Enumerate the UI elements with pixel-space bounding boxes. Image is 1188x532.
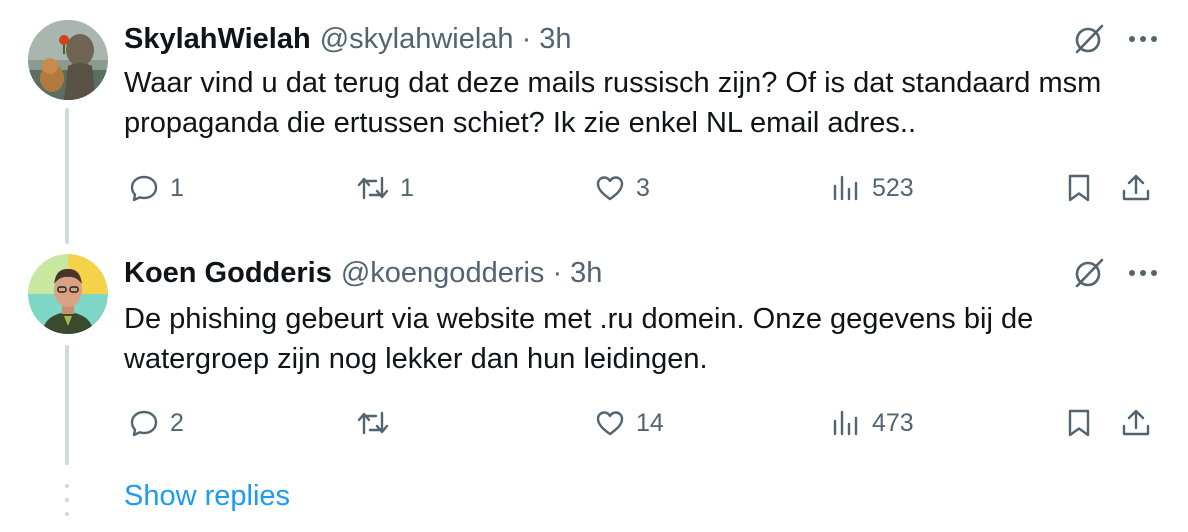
views-button[interactable]: 473: [830, 403, 914, 443]
thread-connector-line: [65, 108, 69, 244]
grok-icon[interactable]: [1072, 22, 1106, 56]
views-icon: [830, 172, 862, 204]
like-button[interactable]: 3: [594, 168, 650, 208]
timestamp[interactable]: 3h: [570, 257, 602, 290]
more-icon[interactable]: [1128, 268, 1158, 278]
views-count: 523: [872, 173, 914, 202]
views-icon: [830, 407, 862, 439]
bookmark-icon: [1064, 172, 1094, 204]
thread-dot: [65, 498, 69, 502]
more-icon[interactable]: [1128, 34, 1158, 44]
avatar[interactable]: [28, 20, 108, 100]
reply-button[interactable]: 1: [128, 168, 184, 208]
tweet-actions: 2 14 473: [124, 403, 1158, 443]
timestamp[interactable]: 3h: [539, 23, 571, 56]
like-button[interactable]: 14: [594, 403, 664, 443]
grok-icon[interactable]: [1072, 256, 1106, 290]
share-icon: [1120, 407, 1152, 439]
author-name[interactable]: Koen Godderis: [124, 257, 332, 290]
like-icon: [594, 172, 626, 204]
reply-count: 2: [170, 408, 184, 437]
separator-dot: ·: [552, 256, 563, 289]
thread-connector-line: [65, 345, 69, 465]
avatar[interactable]: [28, 254, 108, 334]
author-handle[interactable]: @koengodderis: [341, 257, 545, 290]
tweet-top-actions: [1072, 253, 1158, 293]
like-count: 14: [636, 408, 664, 437]
share-icon: [1120, 172, 1152, 204]
views-button[interactable]: 523: [830, 168, 914, 208]
thread-dot: [65, 484, 69, 488]
repost-icon: [356, 172, 390, 204]
repost-button[interactable]: [356, 403, 400, 443]
reply-icon: [128, 172, 160, 204]
reply-icon: [128, 407, 160, 439]
tweet-text: De phishing gebeurt via website met .ru …: [124, 303, 1034, 375]
repost-count: 1: [400, 173, 414, 202]
tweet-actions: 1 1 3 523: [124, 168, 1158, 208]
separator-dot: ·: [521, 22, 532, 55]
tweet-top-actions: [1072, 19, 1158, 59]
tweet-text: Waar vind u dat terug dat deze mails rus…: [124, 67, 1102, 139]
share-button[interactable]: [1120, 168, 1152, 208]
bookmark-button[interactable]: [1064, 403, 1094, 443]
bookmark-icon: [1064, 407, 1094, 439]
author-name[interactable]: SkylahWielah: [124, 23, 311, 56]
author-handle[interactable]: @skylahwielah: [320, 23, 514, 56]
bookmark-button[interactable]: [1064, 168, 1094, 208]
repost-icon: [356, 407, 390, 439]
like-count: 3: [636, 173, 650, 202]
like-icon: [594, 407, 626, 439]
repost-button[interactable]: 1: [356, 168, 414, 208]
tweet-header: SkylahWielah @skylahwielah · 3h: [124, 19, 572, 59]
tweet-header: Koen Godderis @koengodderis · 3h: [124, 253, 602, 293]
views-count: 473: [872, 408, 914, 437]
reply-count: 1: [170, 173, 184, 202]
reply-button[interactable]: 2: [128, 403, 184, 443]
share-button[interactable]: [1120, 403, 1152, 443]
show-replies-link[interactable]: Show replies: [124, 480, 290, 513]
thread-dot: [65, 512, 69, 516]
